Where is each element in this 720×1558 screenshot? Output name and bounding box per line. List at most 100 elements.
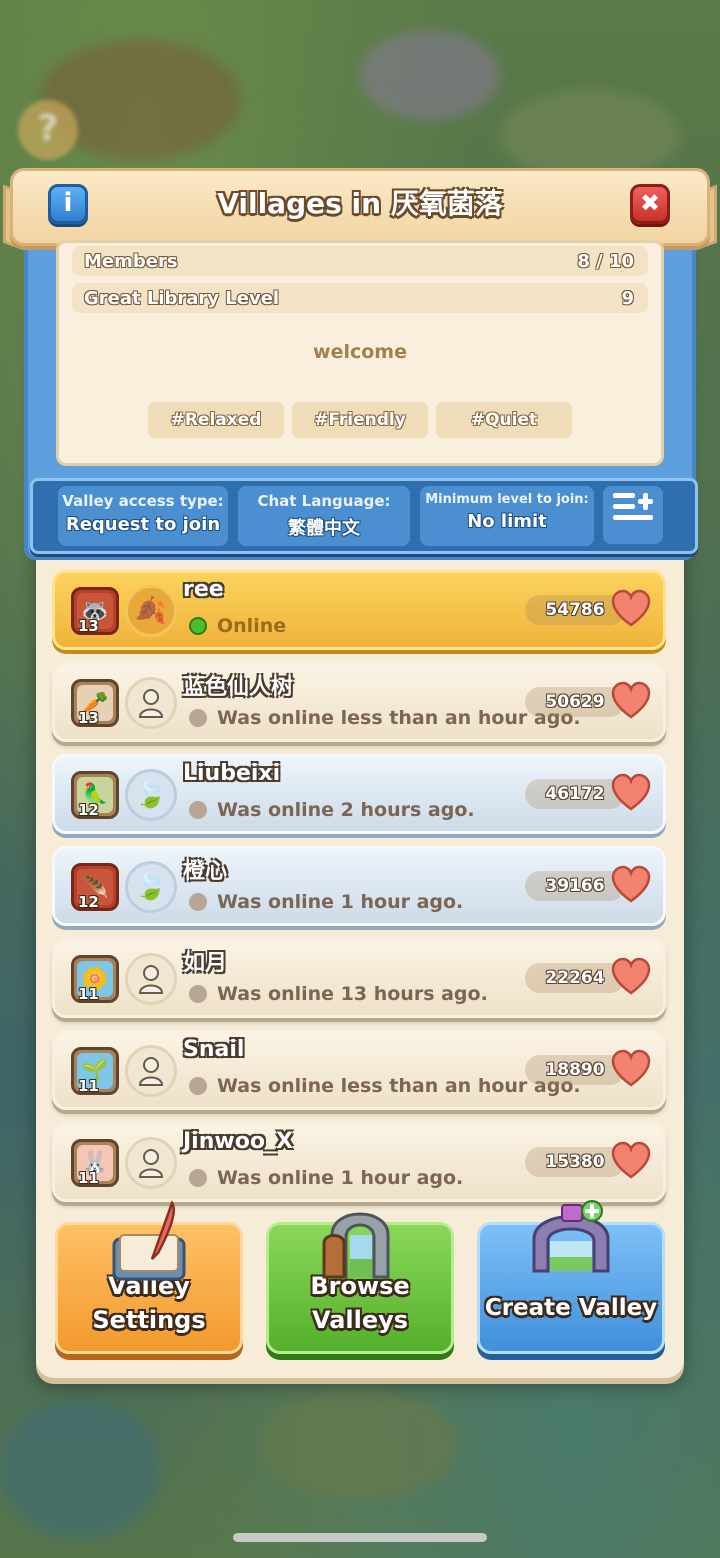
online-dot-icon xyxy=(189,617,207,635)
member-status: Online xyxy=(189,615,286,637)
offline-dot-icon xyxy=(189,709,207,727)
access-type-value: Request to join xyxy=(65,514,221,535)
member-row[interactable]: 🦜 12 🍃 Liubeixi Was online 2 hours ago. 4… xyxy=(52,754,666,834)
member-row[interactable]: 🥕 13 蓝色仙人树 Was online less than an hour a… xyxy=(52,662,666,742)
min-level-value: No limit xyxy=(467,511,547,532)
access-type-label: Valley access type: xyxy=(62,492,224,510)
offline-dot-icon xyxy=(189,1077,207,1095)
chat-language-setting: Chat Language: 繁體中文 xyxy=(238,486,410,546)
filter-button[interactable] xyxy=(603,486,663,544)
valley-settings-button[interactable]: Valley Settings xyxy=(55,1200,243,1354)
user-icon xyxy=(125,953,177,1005)
offline-dot-icon xyxy=(189,1169,207,1187)
library-value: 9 xyxy=(621,287,634,309)
close-button[interactable]: ✖ xyxy=(630,184,670,224)
member-score: 50629 xyxy=(525,687,625,717)
level-number: 11 xyxy=(78,1077,99,1095)
level-number: 12 xyxy=(78,801,99,819)
min-level-setting: Minimum level to join: No limit xyxy=(420,486,594,546)
browse-valleys-button[interactable]: Browse Valleys xyxy=(266,1212,454,1354)
chat-language-value: 繁體中文 xyxy=(288,518,360,539)
member-score: 54786 xyxy=(525,595,625,625)
info-icon: i xyxy=(63,188,73,218)
book-quill-icon xyxy=(112,1200,186,1281)
members-label: Members xyxy=(84,250,178,272)
level-number: 13 xyxy=(78,617,99,635)
info-button[interactable]: i xyxy=(48,184,88,224)
background-scenery xyxy=(500,90,680,180)
member-row[interactable]: 🦝 13 🍂 ree Online 54786 xyxy=(52,570,666,650)
member-name: 橙心 xyxy=(183,859,228,884)
tag-relaxed: #Relaxed xyxy=(148,402,284,438)
status-text: Was online 1 hour ago. xyxy=(217,1167,464,1189)
offline-dot-icon xyxy=(189,985,207,1003)
offline-dot-icon xyxy=(189,801,207,819)
member-row[interactable]: 🪶 12 🍃 橙心 Was online 1 hour ago. 39166 xyxy=(52,846,666,926)
user-icon xyxy=(125,677,177,729)
member-score: 18890 xyxy=(525,1055,625,1085)
heart-icon xyxy=(611,681,651,719)
library-stat: Great Library Level 9 xyxy=(72,283,648,313)
member-status: Was online 1 hour ago. xyxy=(189,891,463,913)
heart-icon xyxy=(611,1141,651,1179)
silver-leaf-icon: 🍃 xyxy=(125,769,177,821)
status-text: Was online less than an hour ago. xyxy=(217,707,581,729)
question-icon: ? xyxy=(37,108,59,149)
heart-icon xyxy=(611,773,651,811)
library-label: Great Library Level xyxy=(84,287,280,309)
user-icon xyxy=(125,1045,177,1097)
member-row[interactable]: 🌼 11 如月 Was online 13 hours ago. 22264 xyxy=(52,938,666,1018)
member-name: Snail xyxy=(183,1037,245,1062)
member-name: Liubeixi xyxy=(183,761,281,786)
members-stat: Members 8 / 10 xyxy=(72,246,648,276)
level-badge: 🦜 12 xyxy=(71,771,119,819)
member-name: 蓝色仙人树 xyxy=(183,675,294,700)
member-status: Was online less than an hour ago. xyxy=(189,707,581,729)
background-scenery xyxy=(0,1400,160,1540)
member-score: 39166 xyxy=(525,871,625,901)
member-status: Was online 2 hours ago. xyxy=(189,799,475,821)
member-status: Was online 1 hour ago. xyxy=(189,1167,463,1189)
member-score: 15380 xyxy=(525,1147,625,1177)
level-number: 11 xyxy=(78,1169,99,1187)
background-sign: ? xyxy=(18,100,78,160)
min-level-label: Minimum level to join: xyxy=(425,492,589,507)
tag-quiet: #Quiet xyxy=(436,402,572,438)
member-name: 如月 xyxy=(183,951,228,976)
offline-dot-icon xyxy=(189,893,207,911)
level-number: 11 xyxy=(78,985,99,1003)
level-badge: 🌱 11 xyxy=(71,1047,119,1095)
member-row[interactable]: 🐰 11 Jinwoo_X Was online 1 hour ago. 1538… xyxy=(52,1122,666,1202)
background-scenery xyxy=(260,1390,460,1500)
silver-leaf-icon: 🍃 xyxy=(125,861,177,913)
create-valley-button[interactable]: Create Valley xyxy=(477,1200,665,1354)
list-plus-icon xyxy=(613,493,653,520)
member-score: 22264 xyxy=(525,963,625,993)
member-score: 46172 xyxy=(525,779,625,809)
valley-settings-label-2: Settings xyxy=(92,1306,206,1334)
background-scenery xyxy=(360,30,500,120)
status-text: Was online 13 hours ago. xyxy=(217,983,488,1005)
level-badge: 🥕 13 xyxy=(71,679,119,727)
status-text: Was online less than an hour ago. xyxy=(217,1075,581,1097)
level-badge: 🪶 12 xyxy=(71,863,119,911)
stone-gate-icon xyxy=(322,1212,390,1279)
level-number: 12 xyxy=(78,893,99,911)
browse-valleys-label-2: Valleys xyxy=(311,1306,409,1334)
page-title: Villages in 厌氧菌落 xyxy=(217,187,503,220)
access-type-setting: Valley access type: Request to join xyxy=(58,486,228,546)
member-status: Was online less than an hour ago. xyxy=(189,1075,581,1097)
heart-icon xyxy=(611,957,651,995)
level-number: 13 xyxy=(78,709,99,727)
member-row[interactable]: 🌱 11 Snail Was online less than an hour a… xyxy=(52,1030,666,1110)
welcome-message: welcome xyxy=(313,341,407,363)
home-indicator[interactable] xyxy=(233,1533,487,1542)
close-icon: ✖ xyxy=(639,189,661,217)
status-text: Was online 2 hours ago. xyxy=(217,799,475,821)
status-text: Online xyxy=(217,615,287,637)
portal-plus-icon xyxy=(532,1200,610,1273)
heart-icon xyxy=(611,589,651,627)
level-badge: 🦝 13 xyxy=(71,587,119,635)
member-name: ree xyxy=(183,577,224,602)
level-badge: 🐰 11 xyxy=(71,1139,119,1187)
